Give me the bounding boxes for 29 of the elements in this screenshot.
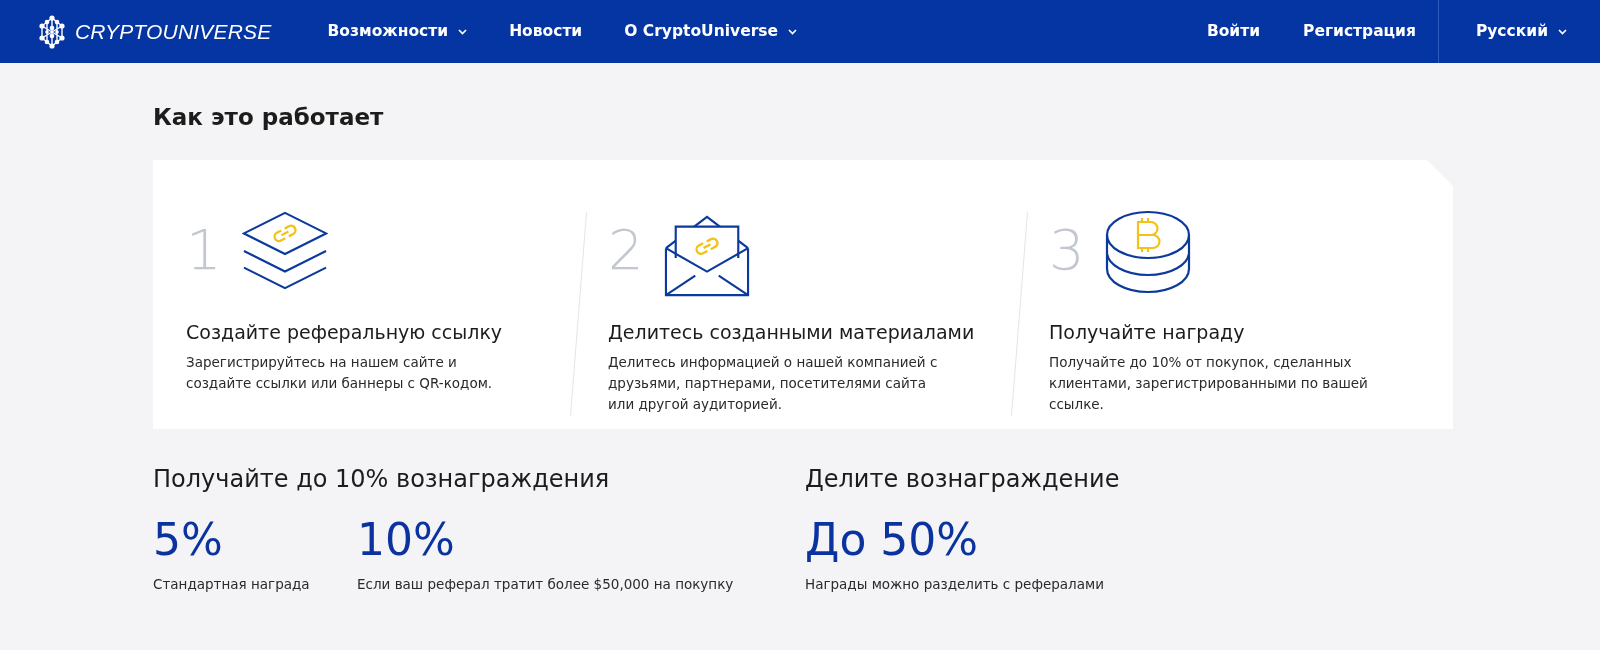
rewards-heading: Делите вознаграждение	[805, 464, 1120, 494]
reward-value: 5%	[153, 516, 223, 564]
nav-link[interactable]: Возможности	[327, 19, 468, 44]
step-number: 3	[1049, 220, 1086, 280]
reward-value: До 50%	[805, 516, 979, 564]
reward-caption: Если ваш реферал тратит более $50,000 на покупку	[357, 575, 734, 593]
section-title: Как это работает	[153, 103, 384, 131]
step-description: Получайте до 10% от покупок, сделанных клиентами, зарегистрированными по вашей ссылке.	[1049, 353, 1369, 414]
coin-stack-icon	[1105, 210, 1191, 294]
reward-value: 10%	[357, 516, 455, 564]
layers-icon	[242, 210, 328, 292]
step-description: Зарегистрируйтесь на нашем сайте и создайте ссылки или баннеры с QR-кодом.	[186, 353, 494, 393]
step-number: 2	[608, 220, 645, 280]
step-number: 1	[186, 220, 223, 280]
rewards-heading: Получайте до 10% вознаграждения	[153, 464, 610, 494]
nav-link[interactable]: Регистрация	[1303, 19, 1416, 44]
reward-caption: Стандартная награда	[153, 575, 310, 593]
logo-link[interactable]: CRYPTOUNIVERSE	[38, 0, 272, 63]
nav-link[interactable]: Войти	[1206, 19, 1261, 44]
nav-link[interactable]: Новости	[509, 19, 583, 44]
step-title: Делитесь созданными материалами	[608, 320, 975, 344]
step-title: Создайте реферальную ссылку	[186, 320, 503, 344]
language-selector[interactable]: Русский	[1475, 19, 1567, 44]
reward-caption: Награды можно разделить с рефералами	[805, 575, 1104, 593]
step-title: Получайте награду	[1049, 320, 1245, 344]
nav-link[interactable]: О CryptoUniverse	[624, 19, 798, 44]
step-description: Делитесь информацией о нашей компанией с друзьями, партнерами, посетителями сайта или другой аудиторией.	[608, 353, 939, 414]
logo-icon	[38, 14, 66, 49]
envelope-icon	[664, 214, 750, 298]
